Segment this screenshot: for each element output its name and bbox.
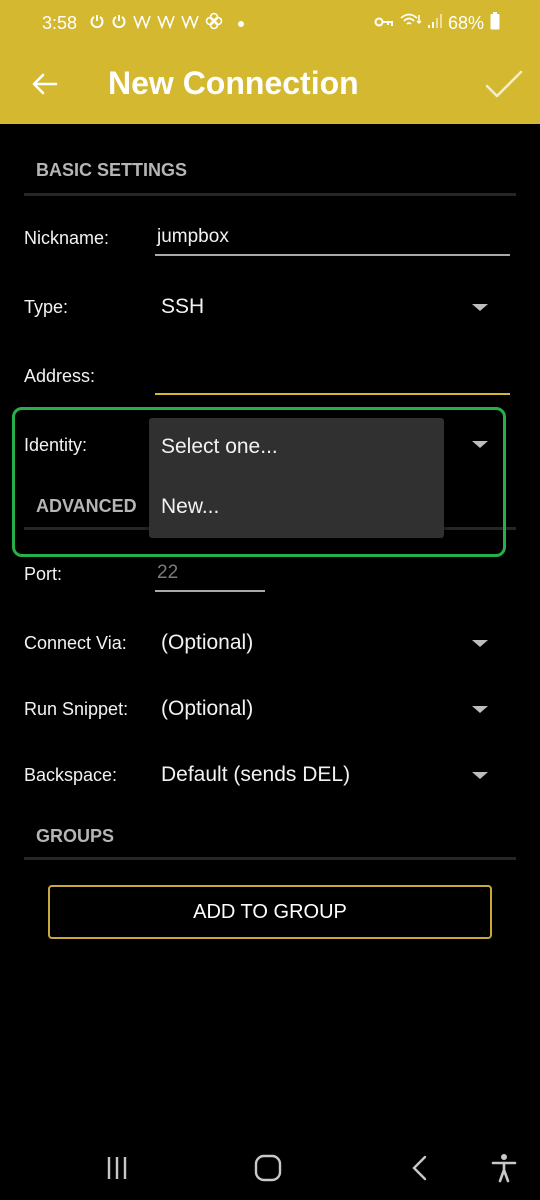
dot-icon bbox=[237, 14, 245, 32]
nickname-label: Nickname: bbox=[24, 228, 110, 248]
system-back-button[interactable] bbox=[400, 1148, 440, 1188]
recent-apps-icon bbox=[107, 1157, 127, 1179]
section-header-groups: GROUPS bbox=[24, 826, 516, 860]
status-bar: 3:58 68% bbox=[0, 0, 540, 48]
section-header-basic-settings: BASIC SETTINGS bbox=[24, 160, 516, 196]
address-input[interactable] bbox=[155, 364, 510, 395]
vpn-key-icon bbox=[374, 14, 394, 32]
app-bar: New Connection bbox=[0, 48, 540, 124]
status-left: 3:58 bbox=[42, 12, 245, 34]
port-label: Port: bbox=[24, 564, 63, 584]
arrow-left-icon bbox=[32, 73, 58, 95]
status-time: 3:58 bbox=[42, 12, 78, 33]
dropdown-option-new[interactable]: New... bbox=[161, 495, 219, 519]
signal-icon bbox=[427, 14, 442, 32]
power-icon bbox=[89, 13, 105, 33]
type-label: Type: bbox=[24, 297, 69, 317]
identity-dropdown[interactable]: Select one... New... bbox=[149, 418, 444, 538]
power-icon bbox=[111, 13, 127, 33]
connect-via-label: Connect Via: bbox=[24, 633, 127, 653]
home-icon bbox=[254, 1154, 282, 1182]
save-button[interactable] bbox=[484, 64, 524, 104]
chevron-down-icon[interactable] bbox=[472, 304, 488, 311]
check-icon bbox=[485, 70, 523, 98]
w-app-icon bbox=[181, 13, 199, 33]
recent-apps-button[interactable] bbox=[97, 1148, 137, 1188]
backspace-label: Backspace: bbox=[24, 765, 118, 785]
nickname-input[interactable]: jumpbox bbox=[155, 226, 510, 256]
run-snippet-select[interactable]: (Optional) bbox=[161, 697, 253, 721]
type-select[interactable]: SSH bbox=[161, 295, 204, 319]
dropdown-option-select-one[interactable]: Select one... bbox=[161, 435, 278, 459]
status-right: 68% bbox=[374, 12, 500, 34]
address-label: Address: bbox=[24, 366, 96, 386]
port-input[interactable]: 22 bbox=[155, 562, 265, 592]
battery-icon bbox=[490, 12, 500, 34]
chevron-down-icon[interactable] bbox=[472, 640, 488, 647]
connect-via-select[interactable]: (Optional) bbox=[161, 631, 253, 655]
page-title: New Connection bbox=[108, 65, 359, 101]
back-icon bbox=[412, 1155, 427, 1181]
battery-percent: 68% bbox=[447, 12, 484, 33]
accessibility-button[interactable] bbox=[484, 1148, 524, 1188]
system-nav-bar bbox=[0, 1120, 540, 1200]
wifi-icon bbox=[400, 12, 422, 34]
w-app-icon bbox=[133, 13, 151, 33]
chevron-down-icon[interactable] bbox=[472, 706, 488, 713]
backspace-select[interactable]: Default (sends DEL) bbox=[161, 763, 350, 787]
home-button[interactable] bbox=[248, 1148, 288, 1188]
w-app-icon bbox=[157, 13, 175, 33]
add-to-group-button[interactable]: ADD TO GROUP bbox=[48, 885, 492, 939]
back-button[interactable] bbox=[26, 66, 62, 102]
chevron-down-icon[interactable] bbox=[472, 772, 488, 779]
fan-icon bbox=[205, 12, 223, 34]
run-snippet-label: Run Snippet: bbox=[24, 699, 129, 719]
accessibility-icon bbox=[491, 1154, 517, 1183]
